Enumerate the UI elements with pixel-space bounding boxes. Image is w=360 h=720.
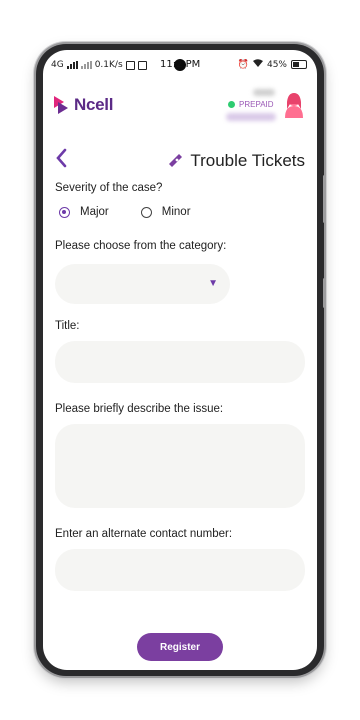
title-label: Title: xyxy=(55,320,80,332)
page-header: Trouble Tickets xyxy=(43,146,317,176)
contact-label: Enter an alternate contact number: xyxy=(55,528,233,540)
ticket-icon xyxy=(169,154,183,167)
description-label: Please briefly describe the issue: xyxy=(55,403,224,415)
battery-percent: 45% xyxy=(266,59,287,70)
category-dropdown[interactable]: ▼ xyxy=(55,264,230,304)
blurred-number-2 xyxy=(226,113,276,121)
severity-options: Major Minor xyxy=(59,206,191,218)
status-time: 11:2 PM xyxy=(160,59,201,70)
brand-name: Ncell xyxy=(74,95,114,114)
battery-icon xyxy=(291,60,307,69)
notification-icon-2 xyxy=(137,60,147,70)
ncell-logo-icon xyxy=(54,96,68,114)
signal-icon xyxy=(66,61,78,69)
alarm-icon: ⏰ xyxy=(237,59,249,70)
option-major-label: Major xyxy=(80,206,109,218)
status-dot-icon xyxy=(228,101,235,108)
notification-icon xyxy=(125,60,135,70)
wifi-icon xyxy=(252,59,263,70)
option-minor-label: Minor xyxy=(161,206,191,218)
register-button[interactable]: Register xyxy=(137,633,223,661)
category-label: Please choose from the category: xyxy=(55,240,227,252)
app-screen: 4G 0.1K/s 11:2 PM ⏰ 45% Ncell PREPAID Tr… xyxy=(43,50,317,670)
radio-minor[interactable] xyxy=(140,206,152,218)
power-button xyxy=(323,278,326,308)
app-header: Ncell PREPAID xyxy=(43,86,317,130)
brand-logo[interactable]: Ncell xyxy=(52,94,113,116)
network-type: 4G xyxy=(51,60,64,70)
page-title: Trouble Tickets xyxy=(168,151,305,171)
radio-major[interactable] xyxy=(59,206,70,218)
description-textarea[interactable] xyxy=(55,424,305,508)
title-input[interactable] xyxy=(55,341,305,383)
volume-button xyxy=(323,175,326,223)
severity-label: Severity of the case? xyxy=(55,182,163,194)
status-bar: 4G 0.1K/s 11:2 PM ⏰ 45% xyxy=(43,50,317,82)
chevron-left-icon xyxy=(56,148,67,168)
blurred-number xyxy=(253,89,275,96)
account-type-label: PREPAID xyxy=(239,100,274,109)
account-type-badge: PREPAID xyxy=(228,100,274,109)
avatar[interactable] xyxy=(283,92,305,118)
status-left: 4G 0.1K/s xyxy=(51,60,147,70)
status-right: ⏰ 45% xyxy=(238,59,307,70)
chevron-down-icon: ▼ xyxy=(208,278,218,289)
network-speed: 0.1K/s xyxy=(94,60,123,70)
back-button[interactable] xyxy=(55,148,67,174)
page-title-text: Trouble Tickets xyxy=(190,151,305,170)
contact-number-input[interactable] xyxy=(55,549,305,591)
signal-icon-2 xyxy=(80,61,92,69)
